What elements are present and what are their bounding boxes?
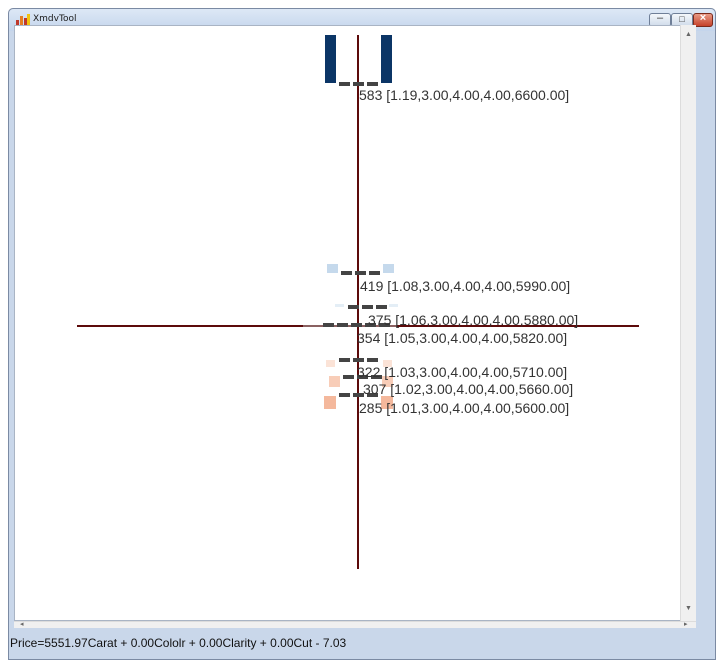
glyph-307-left[interactable] [329, 376, 340, 387]
label-583: 583 [1.19,3.00,4.00,4.00,6600.00] [359, 87, 569, 103]
glyph-583-dashes [339, 82, 378, 86]
glyph-419-right[interactable] [383, 264, 394, 273]
glyph-419-dashes [341, 271, 380, 275]
close-button[interactable]: × [693, 12, 713, 27]
minimize-icon: – [656, 12, 664, 24]
label-307: 307 [1.02,3.00,4.00,4.00,5660.00] [363, 381, 573, 397]
window-title: XmdvTool [33, 14, 77, 24]
close-icon: × [699, 12, 707, 24]
scroll-right-arrow-icon[interactable]: ▸ [684, 621, 688, 628]
glyph-322-left[interactable] [326, 360, 335, 367]
scroll-up-arrow-icon[interactable]: ▲ [685, 31, 692, 38]
dimension-stack-display: 583 [1.19,3.00,4.00,4.00,6600.00] 419 [1… [77, 35, 639, 569]
glyph-583-bar-right[interactable] [381, 35, 392, 83]
plot-area[interactable]: 583 [1.19,3.00,4.00,4.00,6600.00] 419 [1… [14, 25, 696, 621]
glyph-375-left[interactable] [335, 304, 344, 307]
label-375: 375 [1.06,3.00,4.00,4.00,5880.00] [368, 312, 578, 328]
label-419: 419 [1.08,3.00,4.00,4.00,5990.00] [360, 278, 570, 294]
maximize-icon: □ [679, 14, 685, 24]
label-285: 285 [1.01,3.00,4.00,4.00,5600.00] [359, 400, 569, 416]
glyph-285-left[interactable] [324, 396, 336, 409]
glyph-322-dashes [339, 358, 378, 362]
scroll-down-arrow-icon[interactable]: ▼ [685, 605, 692, 612]
horizontal-scrollbar[interactable]: ◂ ▸ [14, 621, 696, 628]
label-354: 354 [1.05,3.00,4.00,4.00,5820.00] [357, 330, 567, 346]
glyph-375-right[interactable] [389, 304, 398, 307]
glyph-583-bar-left[interactable] [325, 35, 336, 83]
glyph-419-left[interactable] [327, 264, 338, 273]
glyph-375-dashes [348, 305, 387, 309]
label-322: 322 [1.03,3.00,4.00,4.00,5710.00] [357, 364, 567, 380]
scroll-left-arrow-icon[interactable]: ◂ [20, 621, 24, 628]
status-bar-text: Price=5551.97Carat + 0.00Cololr + 0.00Cl… [10, 636, 347, 650]
vertical-scrollbar[interactable]: ▲ ▼ [680, 25, 696, 621]
